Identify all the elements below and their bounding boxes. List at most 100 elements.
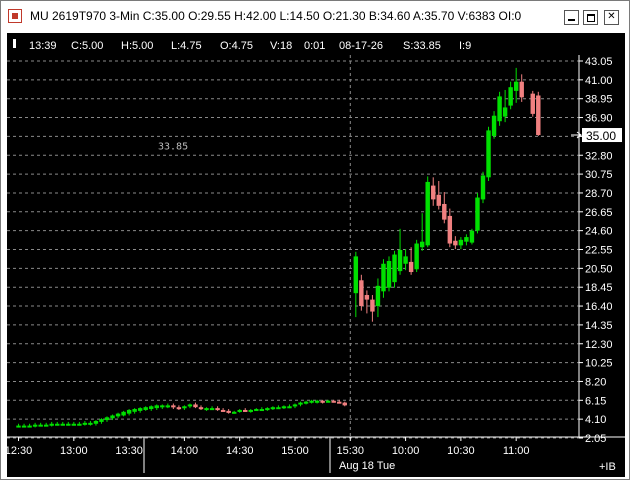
candle-body [38, 424, 43, 427]
price-tick-label: 18.45 [585, 282, 613, 294]
candle-body [193, 404, 198, 408]
candle-body [502, 107, 508, 117]
candle-body [60, 423, 65, 426]
candle-body [447, 215, 453, 244]
candle-body [342, 402, 347, 406]
price-tick-label: 28.70 [585, 188, 613, 200]
candle-body [475, 197, 480, 231]
candle-body [99, 419, 104, 422]
candle-body [209, 408, 215, 411]
candle-body [353, 256, 359, 294]
status-time: 13:39 [29, 40, 57, 52]
status-line: 13:39 C:5.00 H:5.00 L:4.75 O:4.75 V:18 0… [29, 40, 471, 52]
candle-body [386, 260, 392, 288]
candle-body [270, 407, 276, 410]
candle-body [187, 404, 193, 407]
candle-body [126, 409, 132, 414]
minimize-icon[interactable] [564, 10, 579, 25]
candle-body [408, 261, 414, 273]
candle-body [220, 409, 226, 412]
candle-body [497, 96, 502, 122]
status-i: I:9 [459, 40, 471, 52]
candle-body [491, 115, 497, 136]
candle-body [110, 415, 115, 419]
resize-grip-icon[interactable] [13, 39, 16, 48]
candle-body [276, 407, 281, 410]
candle-body [414, 243, 419, 270]
candle-body [314, 400, 320, 403]
candle-body [93, 420, 99, 424]
candle-body [82, 422, 88, 425]
price-tick-label: 43.05 [585, 56, 613, 68]
candle-body [292, 404, 298, 407]
status-s: S:33.85 [403, 40, 441, 52]
candle-body [248, 409, 253, 412]
time-tick-label: 10:30 [447, 445, 475, 457]
candle-body [104, 417, 110, 421]
time-tick-label: 13:30 [115, 445, 143, 457]
candle-body [71, 423, 77, 426]
time-tick-label: 11:00 [503, 445, 530, 457]
status-open: O:4.75 [220, 40, 253, 52]
candle-body [204, 408, 209, 411]
candle-body [265, 408, 270, 411]
price-tick-label: 20.50 [585, 263, 613, 275]
chart-window: MU 2619T970 3-Min C:35.00 O:29.55 H:42.0… [0, 0, 630, 480]
candle-body [403, 256, 408, 264]
candle-body [364, 295, 370, 300]
price-tick-label: 14.35 [585, 320, 613, 332]
candle-body [149, 406, 154, 410]
candle-body [337, 401, 342, 404]
candle-body [182, 406, 187, 409]
candle-body [66, 423, 71, 426]
candle-body [453, 240, 458, 246]
price-tick-label: 41.00 [585, 75, 613, 87]
price-tick-label: 38.95 [585, 94, 613, 106]
candle-body [121, 411, 126, 416]
candle-body [486, 130, 491, 178]
corner-label: +IB [599, 461, 616, 473]
price-tick-label: 2.05 [585, 433, 606, 445]
candle-body [231, 411, 237, 414]
candle-body [436, 194, 441, 206]
candle-body [425, 181, 430, 246]
time-tick-label: 14:30 [226, 445, 254, 457]
status-low: L:4.75 [171, 40, 202, 52]
candle-body [21, 425, 27, 428]
price-tick-label: 30.75 [585, 169, 613, 181]
candle-body [370, 299, 375, 312]
candle-body [469, 230, 475, 243]
candle-body [331, 400, 336, 403]
candle-body [259, 409, 265, 412]
status-interval: 0:01 [304, 40, 325, 52]
candle-body [530, 93, 535, 114]
price-tick-label: 36.90 [585, 113, 613, 125]
last-price-label: 35.00 [586, 129, 616, 143]
time-tick-label: 15:00 [281, 445, 309, 457]
chart-app-icon[interactable] [8, 9, 22, 23]
time-tick-label: 12:30 [7, 445, 32, 457]
candle-body [536, 95, 541, 136]
title-bar[interactable]: MU 2619T970 3-Min C:35.00 O:29.55 H:42.0… [1, 1, 629, 31]
candle-body [27, 425, 32, 428]
maximize-icon[interactable] [583, 10, 598, 25]
candle-body [254, 409, 259, 412]
status-date: 08-17-26 [339, 40, 383, 52]
candle-body [132, 409, 137, 412]
candle-body [480, 175, 486, 200]
candle-body [43, 424, 49, 427]
candle-body [16, 425, 21, 428]
price-tick-label: 8.20 [585, 376, 606, 388]
candle-body [298, 402, 303, 405]
price-tick-label: 24.60 [585, 226, 613, 238]
close-icon[interactable]: ✕ [604, 10, 619, 25]
candle-body [55, 423, 60, 426]
candle-body [458, 239, 464, 246]
candle-body [320, 400, 325, 403]
candlestick-chart[interactable]: 13:39 C:5.00 H:5.00 L:4.75 O:4.75 V:18 0… [7, 33, 625, 477]
price-tick-label: 6.15 [585, 395, 606, 407]
status-high: H:5.00 [121, 40, 153, 52]
candle-body [32, 424, 38, 427]
candle-body [381, 263, 386, 292]
candle-body [88, 422, 93, 425]
